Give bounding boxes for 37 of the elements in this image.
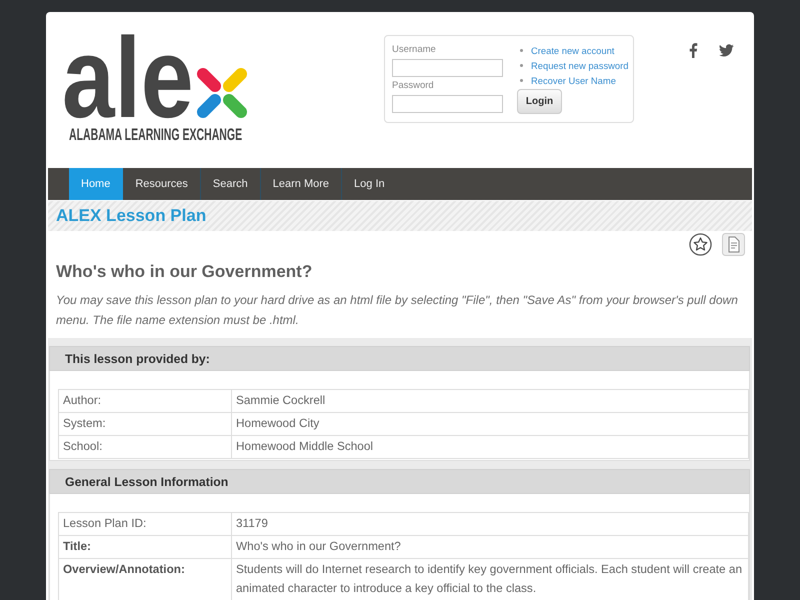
nav-tab[interactable]: Log In: [342, 168, 397, 200]
row-label: Title:: [58, 536, 232, 558]
logo-x-icon: [195, 66, 250, 120]
row-value: Homewood Middle School: [232, 436, 748, 458]
login-button[interactable]: Login: [517, 89, 562, 114]
nav-tab[interactable]: Search: [200, 168, 261, 200]
row-value: Who's who in our Government?: [232, 536, 748, 558]
bullet-icon: [520, 64, 523, 67]
row-value: Homewood City: [232, 412, 748, 436]
twitter-icon[interactable]: [719, 44, 734, 57]
row-label: Overview/Annotation:: [58, 558, 232, 600]
text-field[interactable]: [392, 59, 503, 77]
nav-tab[interactable]: Resources: [123, 168, 201, 200]
facebook-icon[interactable]: [689, 43, 698, 58]
section-header: This lesson provided by:: [49, 346, 750, 371]
row-label: School:: [58, 436, 232, 458]
bullet-icon: [520, 49, 523, 52]
nav-tab[interactable]: Learn More: [260, 168, 342, 200]
text-field[interactable]: [392, 95, 503, 113]
logo-wordmark: ale: [62, 30, 194, 126]
row-value: Sammie Cockrell: [232, 390, 748, 412]
field-label: Username: [392, 43, 437, 56]
row-label: Lesson Plan ID:: [58, 512, 232, 536]
page-title: ALEX Lesson Plan: [56, 206, 206, 226]
logo-tagline: ALABAMA LEARNING EXCHANGE: [69, 126, 242, 142]
save-instructions: You may save this lesson plan to your hard drive as an html file by selecting "File", then "Save As" from your browser's pull down menu. The file name extension must be .html.: [56, 292, 739, 329]
field-label: Password: [392, 79, 435, 92]
row-value: 31179: [232, 512, 748, 536]
account-link[interactable]: Create new account: [531, 45, 614, 56]
section-header: General Lesson Information: [49, 469, 750, 494]
row-label: System:: [58, 412, 232, 436]
row-label: Author:: [58, 390, 232, 412]
bullet-icon: [520, 79, 523, 82]
lesson-title: Who's who in our Government?: [56, 261, 314, 283]
document-icon[interactable]: [722, 233, 745, 256]
account-link[interactable]: Request new password: [531, 60, 628, 71]
account-link[interactable]: Recover User Name: [531, 75, 616, 86]
